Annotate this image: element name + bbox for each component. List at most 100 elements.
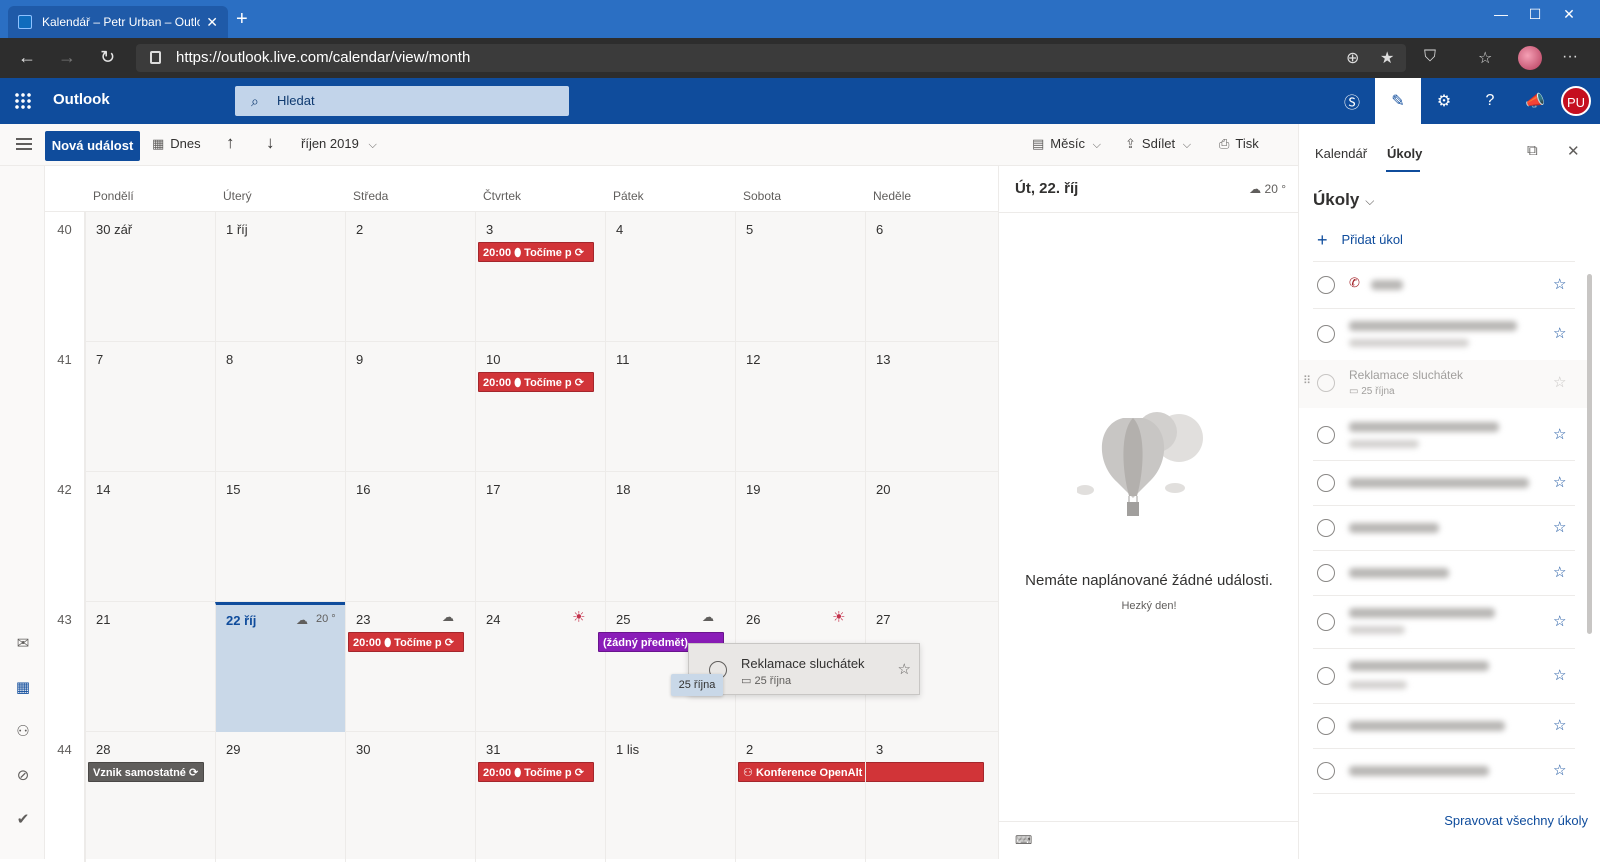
view-switcher[interactable]: ▤ Měsíc ⌵: [1032, 136, 1101, 152]
manage-all-tasks-link[interactable]: Spravovat všechny úkoly: [1444, 813, 1588, 828]
star-icon[interactable]: ☆: [1553, 761, 1566, 779]
day-cell[interactable]: 2 ⚇ Konference OpenAlt: [735, 732, 984, 862]
shield-extension-icon[interactable]: ⛉: [1424, 48, 1436, 66]
favorite-star-icon[interactable]: ★: [1380, 48, 1394, 68]
day-cell[interactable]: 11: [605, 342, 735, 472]
star-icon[interactable]: ☆: [1553, 716, 1566, 734]
maximize-icon[interactable]: ☐: [1520, 6, 1550, 23]
task-complete-circle[interactable]: [1317, 613, 1335, 631]
day-cell[interactable]: 20: [865, 472, 995, 602]
day-cell[interactable]: 1 lis: [605, 732, 735, 862]
next-month-arrow-icon[interactable]: ↓: [266, 133, 275, 153]
my-day-icon[interactable]: ✎: [1375, 78, 1421, 124]
more-menu-icon[interactable]: ···: [1562, 48, 1578, 66]
calendar-event[interactable]: 20:00 ⬮ Točíme p ⟳: [478, 372, 594, 392]
avatar[interactable]: PU: [1561, 86, 1591, 116]
day-cell[interactable]: 9: [345, 342, 475, 472]
people-icon[interactable]: ⚇: [13, 722, 33, 742]
calendar-event[interactable]: 20:00 ⬮ Točíme p ⟳: [478, 762, 594, 782]
tab-tasks[interactable]: Úkoly: [1387, 146, 1422, 161]
day-cell[interactable]: 31 20:00 ⬮ Točíme p ⟳: [475, 732, 605, 862]
day-cell[interactable]: 19: [735, 472, 865, 602]
calendar-event[interactable]: 20:00 ⬮ Točíme p ⟳: [348, 632, 464, 652]
star-icon[interactable]: ☆: [1553, 518, 1566, 536]
settings-gear-icon[interactable]: ⚙: [1421, 78, 1467, 124]
minimize-icon[interactable]: —: [1486, 6, 1516, 22]
day-cell[interactable]: 18: [605, 472, 735, 602]
feedback-icon[interactable]: 📣: [1512, 78, 1558, 124]
previous-month-arrow-icon[interactable]: ↑: [226, 133, 235, 153]
task-complete-circle[interactable]: [1317, 276, 1335, 294]
task-complete-circle[interactable]: [1317, 519, 1335, 537]
keyboard-icon[interactable]: ⌨: [1015, 833, 1032, 847]
task-row[interactable]: ☆: [1299, 749, 1589, 793]
day-cell[interactable]: 23 ☁ 20:00 ⬮ Točíme p ⟳: [345, 602, 475, 732]
new-event-button[interactable]: Nová událost: [45, 131, 140, 161]
attachment-icon[interactable]: ⊘: [13, 766, 33, 786]
task-row-dragging[interactable]: ⠿ Reklamace sluchátek ▭ 25 října ☆: [1299, 360, 1589, 408]
task-row[interactable]: ☆: [1299, 596, 1589, 648]
day-cell[interactable]: 28 Vznik samostatné ⟳: [85, 732, 215, 862]
calendar-event[interactable]: Vznik samostatné ⟳: [88, 762, 204, 782]
add-site-icon[interactable]: ⊕: [1346, 48, 1359, 68]
day-cell[interactable]: 3: [865, 732, 995, 862]
star-icon[interactable]: ☆: [1553, 425, 1566, 443]
day-cell[interactable]: 1 říj: [215, 212, 345, 342]
day-cell[interactable]: 7: [85, 342, 215, 472]
day-cell[interactable]: 4: [605, 212, 735, 342]
forward-icon[interactable]: →: [58, 47, 76, 68]
day-cell[interactable]: 16: [345, 472, 475, 602]
search-input[interactable]: ⌕ Hledat: [235, 86, 569, 116]
star-icon[interactable]: ☆: [1553, 324, 1566, 342]
task-complete-circle[interactable]: [1317, 374, 1335, 392]
calendar-event[interactable]: 20:00 ⬮ Točíme p ⟳: [478, 242, 594, 262]
task-complete-circle[interactable]: [1317, 564, 1335, 582]
task-complete-circle[interactable]: [1317, 325, 1335, 343]
calendar-icon[interactable]: ▦: [13, 678, 33, 698]
task-row[interactable]: ☆: [1299, 309, 1589, 359]
mail-icon[interactable]: ✉: [13, 634, 33, 654]
day-cell[interactable]: 13: [865, 342, 995, 472]
task-row[interactable]: ✆ ☆: [1299, 262, 1589, 308]
app-launcher-icon[interactable]: [14, 92, 32, 110]
task-complete-circle[interactable]: [1317, 717, 1335, 735]
day-cell[interactable]: 29: [215, 732, 345, 862]
drag-handle-icon[interactable]: ⠿: [1303, 374, 1311, 387]
star-icon[interactable]: ☆: [1553, 373, 1566, 391]
share-button[interactable]: ⇪ Sdílet ⌵: [1125, 136, 1191, 152]
favorites-list-icon[interactable]: ☆: [1478, 48, 1492, 68]
day-cell[interactable]: 24 ☀: [475, 602, 605, 732]
task-complete-circle[interactable]: [1317, 426, 1335, 444]
day-cell[interactable]: 21: [85, 602, 215, 732]
add-task-button[interactable]: + Přidat úkol: [1317, 230, 1403, 251]
star-icon[interactable]: ☆: [1553, 612, 1566, 630]
new-tab-icon[interactable]: +: [236, 8, 248, 31]
task-complete-circle[interactable]: [1317, 474, 1335, 492]
day-cell[interactable]: 2: [345, 212, 475, 342]
day-cell[interactable]: 30: [345, 732, 475, 862]
day-cell[interactable]: 6: [865, 212, 995, 342]
task-row[interactable]: ☆: [1299, 461, 1589, 505]
day-cell[interactable]: 17: [475, 472, 605, 602]
today-button[interactable]: ▦ Dnes: [152, 136, 201, 152]
hamburger-menu-icon[interactable]: [16, 138, 32, 150]
scrollbar[interactable]: [1587, 274, 1592, 634]
print-button[interactable]: ⎙ Tisk: [1219, 136, 1259, 152]
tasks-list-header[interactable]: Úkoly ⌵: [1313, 190, 1374, 210]
star-icon[interactable]: ☆: [1553, 666, 1566, 684]
task-row[interactable]: ☆: [1299, 410, 1589, 460]
browser-tab[interactable]: Kalendář – Petr Urban – Outlook ✕: [8, 6, 228, 38]
month-picker[interactable]: říjen 2019 ⌵: [301, 136, 377, 152]
task-row[interactable]: ☆: [1299, 506, 1589, 550]
day-cell[interactable]: 8: [215, 342, 345, 472]
day-cell[interactable]: 3 20:00 ⬮ Točíme p ⟳: [475, 212, 605, 342]
star-icon[interactable]: ☆: [1553, 473, 1566, 491]
task-row[interactable]: ☆: [1299, 704, 1589, 748]
window-close-icon[interactable]: ✕: [1554, 6, 1584, 23]
popout-icon[interactable]: ⧉: [1527, 142, 1538, 159]
tab-calendar[interactable]: Kalendář: [1315, 146, 1367, 161]
back-icon[interactable]: ←: [18, 47, 36, 68]
day-cell[interactable]: 10 20:00 ⬮ Točíme p ⟳: [475, 342, 605, 472]
todo-check-icon[interactable]: ✔: [13, 810, 33, 830]
task-complete-circle[interactable]: [1317, 762, 1335, 780]
